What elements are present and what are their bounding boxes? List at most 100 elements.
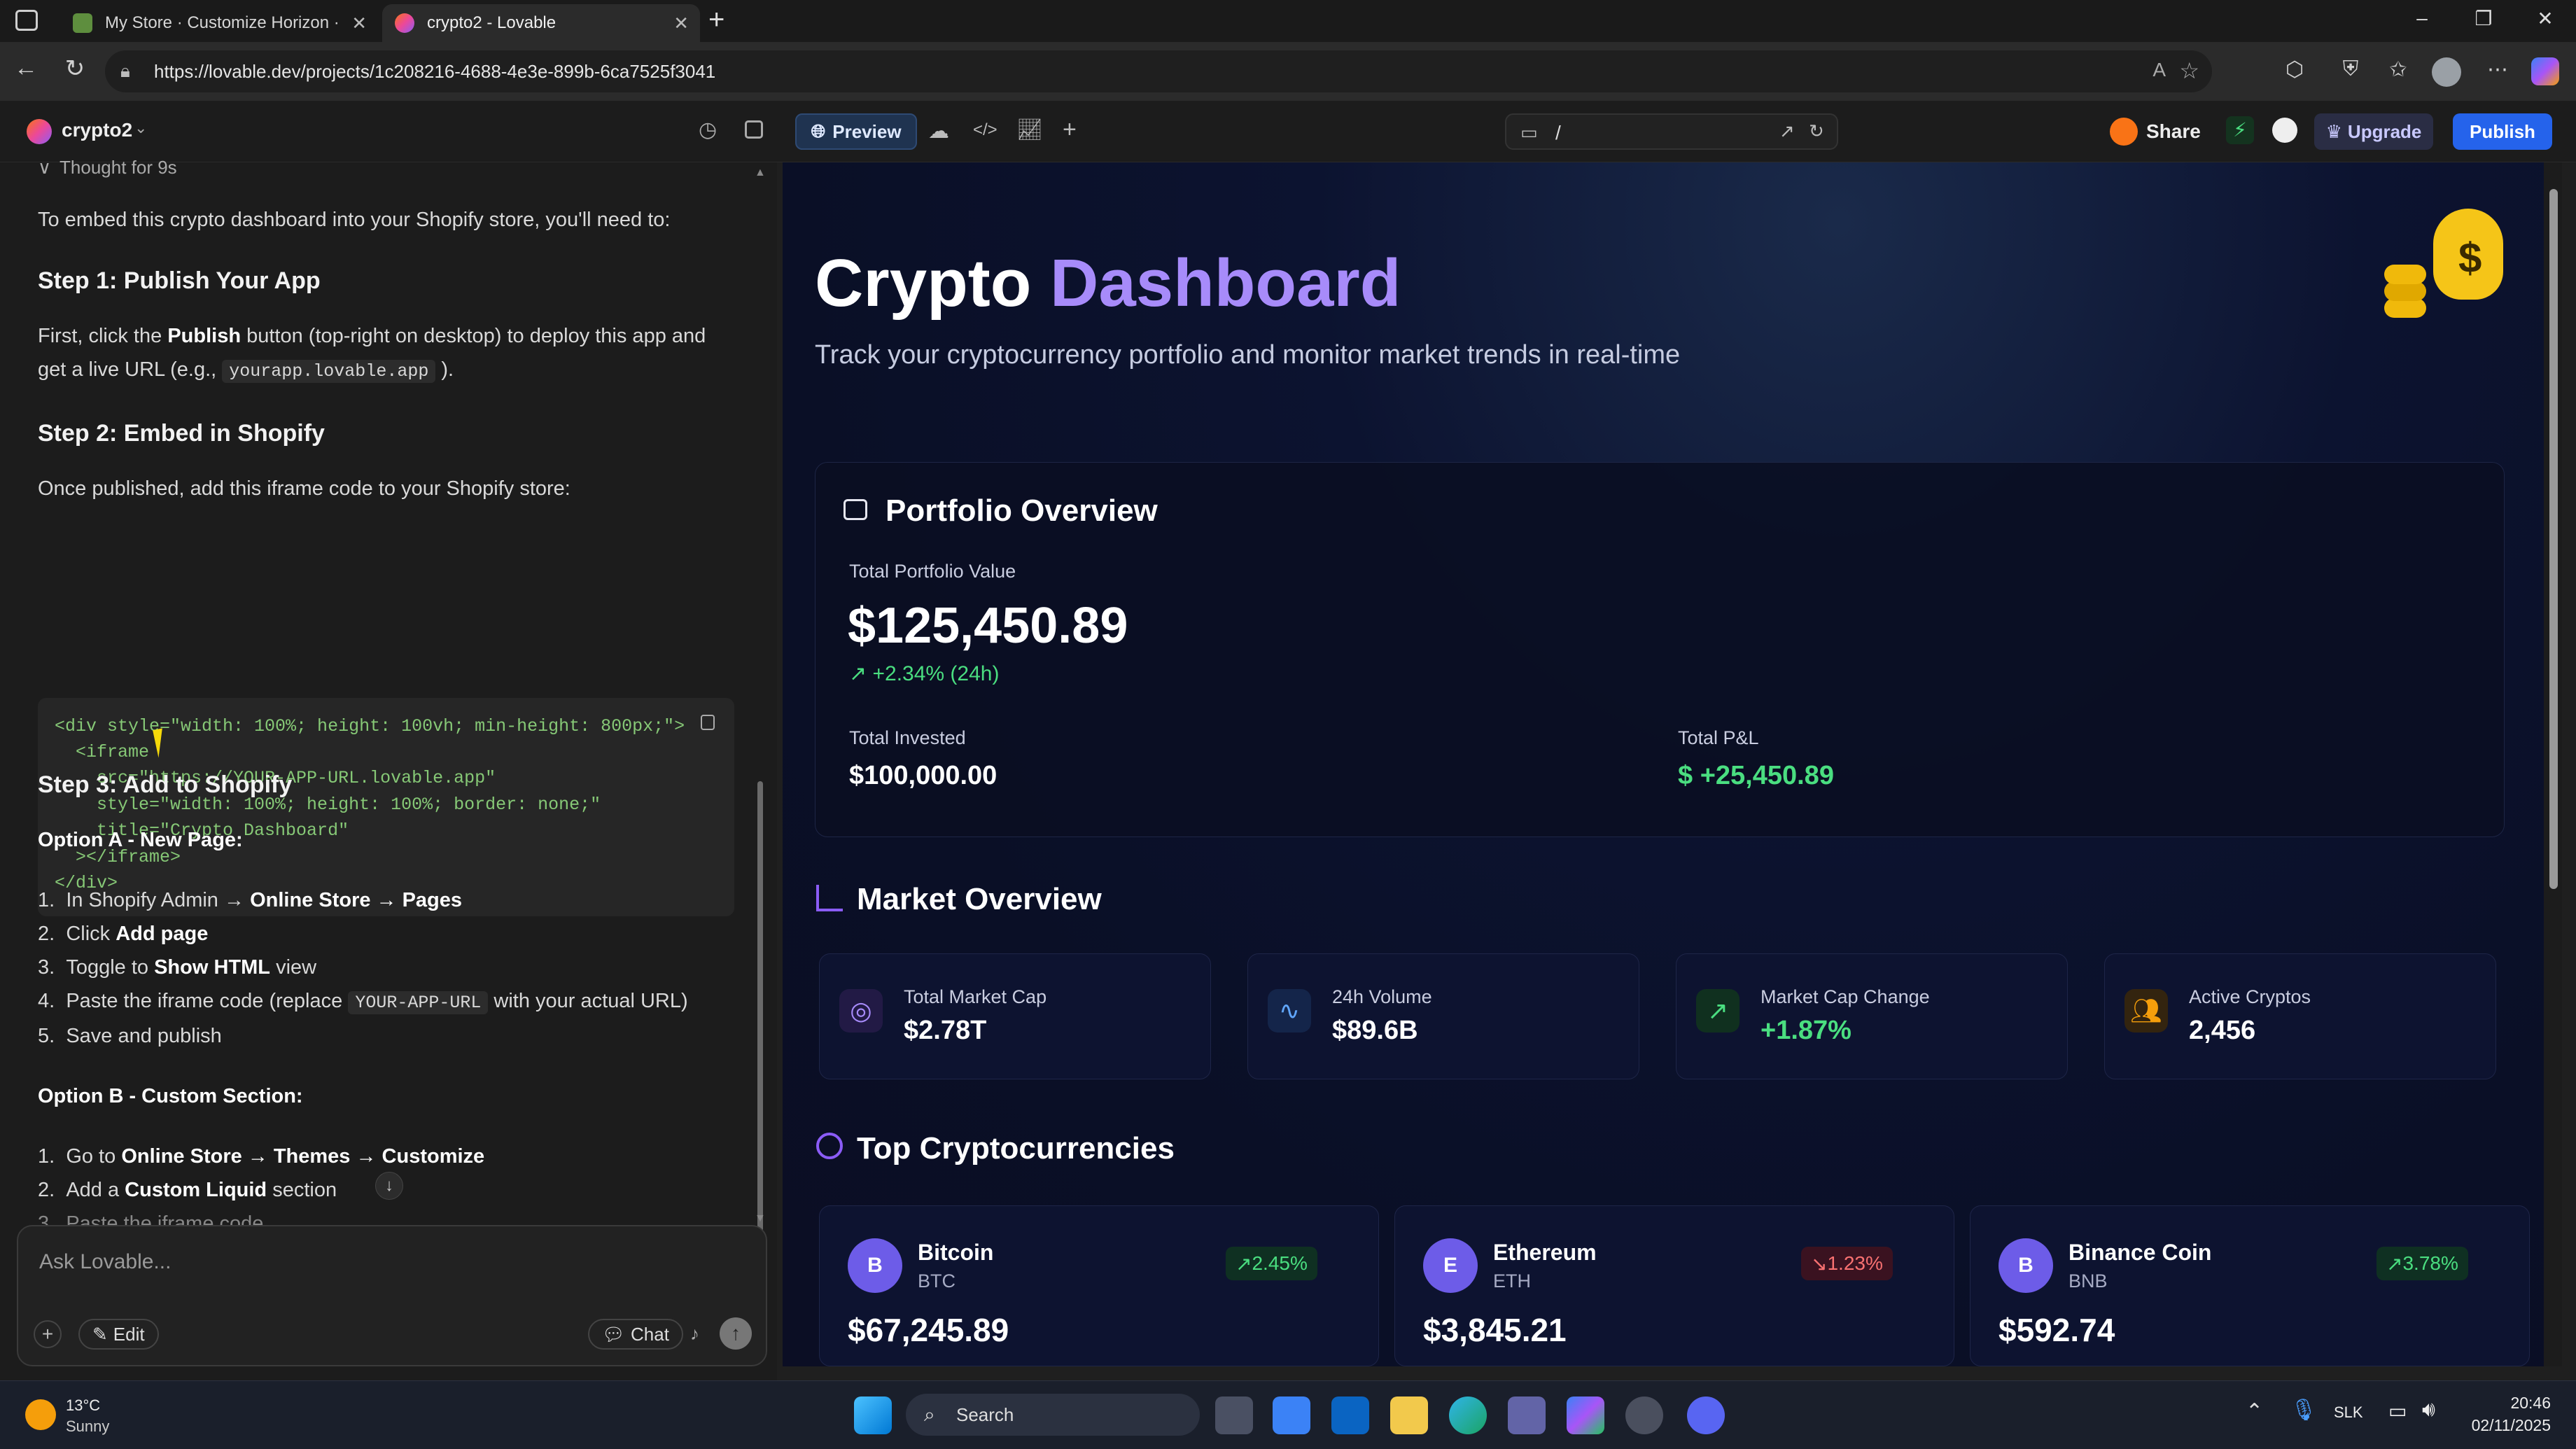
tray-chevron-icon[interactable]: ⌃ xyxy=(2246,1399,2263,1424)
copy-icon[interactable] xyxy=(701,715,715,730)
github-icon[interactable] xyxy=(2272,118,2297,143)
thought-toggle[interactable]: ∨ Thought for 9s xyxy=(38,157,177,178)
step1-text-2: get a live URL (e.g., yourapp.lovable.ap… xyxy=(38,358,454,383)
refresh-icon[interactable]: ↻ xyxy=(1809,120,1824,142)
money-bag-icon: $ xyxy=(2384,202,2510,328)
cloud-icon[interactable]: ☁︎ xyxy=(928,119,949,144)
input-language[interactable]: SLK xyxy=(2334,1404,2363,1422)
file-explorer-icon[interactable] xyxy=(1390,1396,1428,1434)
coin-symbol: ETH xyxy=(1493,1270,1531,1292)
minimize-icon[interactable]: – xyxy=(2401,7,2443,29)
clock-time[interactable]: 20:46 xyxy=(2484,1394,2551,1413)
pnl-label: Total P&L xyxy=(1678,727,1759,748)
send-button[interactable]: ↑ xyxy=(720,1317,752,1350)
list-item: 3. Paste the iframe code xyxy=(38,1212,264,1225)
edge-icon[interactable] xyxy=(1449,1396,1487,1434)
taskbar: 13°C Sunny ⌕ Search ⌃ 🎙︎ SLK ▭ 🔊︎ 20:46 0… xyxy=(0,1380,2576,1449)
close-window-icon[interactable]: ✕ xyxy=(2524,7,2566,30)
coin-card-bnb[interactable]: B Binance Coin BNB ↗︎ 3.78% $592.74 xyxy=(1970,1205,2530,1366)
user-avatar[interactable] xyxy=(2110,118,2138,146)
chat-input-box[interactable]: Ask Lovable... + ✎ Edit 💬︎ Chat ♪ ↑ xyxy=(17,1225,767,1366)
share-button[interactable]: Share xyxy=(2146,120,2201,143)
pnl-value: $ +25,450.89 xyxy=(1678,761,1834,790)
clock-date[interactable]: 02/11/2025 xyxy=(2456,1416,2551,1435)
list-item: 1. Go to Online Store → Themes → Customi… xyxy=(38,1145,485,1168)
add-view-icon[interactable]: + xyxy=(1063,116,1077,144)
edit-button[interactable]: ✎ Edit xyxy=(78,1319,159,1350)
chevron-down-icon[interactable]: ⌄ xyxy=(134,119,147,137)
sun-icon xyxy=(25,1399,56,1430)
favorites-icon[interactable]: ✩ xyxy=(2384,57,2412,85)
step1-text: First, click the Publish button (top-rig… xyxy=(38,325,706,347)
coin-card-bitcoin[interactable]: B Bitcoin BTC ↗︎ 2.45% $67,245.89 xyxy=(819,1205,1379,1366)
close-tab-icon[interactable]: ✕ xyxy=(673,13,689,34)
preview-scrollbar[interactable] xyxy=(2544,162,2562,1366)
coin-change-badge: ↘︎ 1.23% xyxy=(1801,1247,1893,1280)
back-icon[interactable]: ← xyxy=(8,55,43,82)
more-menu-icon[interactable]: ⋯ xyxy=(2484,57,2512,85)
outlook-icon[interactable] xyxy=(1331,1396,1369,1434)
lovable-icon xyxy=(395,13,414,33)
discord-icon[interactable] xyxy=(1687,1396,1725,1434)
chat-scrollbar[interactable] xyxy=(757,781,763,1257)
new-tab-button[interactable]: + xyxy=(708,4,724,36)
favorite-star-icon[interactable]: ☆ xyxy=(2179,57,2199,84)
weather-desc[interactable]: Sunny xyxy=(66,1418,109,1436)
copilot-icon[interactable] xyxy=(2531,57,2559,85)
open-external-icon[interactable]: ↗ xyxy=(1779,120,1795,142)
scroll-down-button[interactable]: ↓ xyxy=(375,1172,403,1200)
reload-icon[interactable]: ↻ xyxy=(57,55,92,83)
coin-avatar: E xyxy=(1423,1238,1478,1293)
read-aloud-icon[interactable]: A xyxy=(2152,59,2166,81)
scroll-up-arrow[interactable]: ▲ xyxy=(755,167,766,179)
store-icon[interactable] xyxy=(1273,1396,1310,1434)
publish-button[interactable]: Publish xyxy=(2453,113,2552,150)
step2-heading: Step 2: Embed in Shopify xyxy=(38,420,325,447)
history-icon[interactable]: ◷ xyxy=(699,118,717,142)
sidebar-toggle-icon[interactable] xyxy=(745,120,763,139)
tab-shopify[interactable]: My Store · Customize Horizon · Sh ✕ xyxy=(60,4,378,42)
route-bar[interactable]: ▭ / ↗ ↻ xyxy=(1505,113,1838,150)
stat-card-cap-change: ↗ Market Cap Change +1.87% xyxy=(1676,953,2068,1079)
attach-button[interactable]: + xyxy=(34,1320,62,1348)
tab-lovable[interactable]: crypto2 - Lovable ✕ xyxy=(382,4,700,42)
restore-icon[interactable]: ❐ xyxy=(2463,7,2505,30)
chat-intro: To embed this crypto dashboard into your… xyxy=(38,209,671,231)
code-icon[interactable]: </> xyxy=(973,120,997,140)
coin-card-ethereum[interactable]: E Ethereum ETH ↘︎ 1.23% $3,845.21 xyxy=(1394,1205,1954,1366)
extensions-icon[interactable]: ⬡ xyxy=(2281,57,2309,85)
weather-temp[interactable]: 13°C xyxy=(66,1396,100,1415)
taskbar-search[interactable]: ⌕ Search xyxy=(906,1394,1200,1436)
m365-copilot-icon[interactable] xyxy=(1567,1396,1604,1434)
teams-icon[interactable] xyxy=(1508,1396,1546,1434)
network-icon[interactable]: ▭ xyxy=(2388,1399,2407,1422)
list-item: 5. Save and publish xyxy=(38,1025,222,1047)
tab-actions-icon[interactable] xyxy=(15,10,38,31)
browser-essentials-icon[interactable]: ⛨ xyxy=(2337,57,2365,85)
profile-avatar[interactable] xyxy=(2432,57,2461,87)
trending-up-icon: ↗︎ xyxy=(2386,1252,2403,1275)
task-view-icon[interactable] xyxy=(1215,1396,1253,1434)
volume-icon[interactable]: 🔊︎ xyxy=(2422,1398,2435,1422)
address-bar[interactable]: 🔒︎ https://lovable.dev/projects/1c208216… xyxy=(105,50,2212,92)
close-tab-icon[interactable]: ✕ xyxy=(351,13,367,34)
stat-card-volume: ∿ 24h Volume $89.6B xyxy=(1247,953,1639,1079)
start-icon[interactable] xyxy=(854,1396,892,1434)
chat-input[interactable]: Ask Lovable... xyxy=(39,1250,171,1274)
project-name[interactable]: crypto2 xyxy=(62,119,132,141)
chat-mode-button[interactable]: 💬︎ Chat xyxy=(588,1319,683,1350)
mic-icon[interactable]: 🎙︎ xyxy=(2290,1398,2317,1422)
device-icon[interactable]: ▭ xyxy=(1520,122,1538,144)
code-block: <div style="width: 100%; height: 100vh; … xyxy=(38,698,734,916)
chrome-icon[interactable] xyxy=(1625,1396,1663,1434)
analytics-icon[interactable]: 📈︎ xyxy=(1016,118,1043,142)
voice-icon[interactable]: ♪ xyxy=(690,1323,699,1345)
upgrade-button[interactable]: ♛ Upgrade xyxy=(2314,113,2433,150)
lock-icon: 🔒︎ xyxy=(120,60,130,81)
route-path[interactable]: / xyxy=(1555,122,1561,144)
preview-tab[interactable]: 🌐︎ Preview xyxy=(795,113,917,150)
scrollbar-thumb[interactable] xyxy=(2549,189,2558,889)
coin-name: Ethereum xyxy=(1493,1240,1597,1265)
scroll-down-arrow[interactable]: ▼ xyxy=(755,1212,766,1225)
lightning-icon[interactable]: ⚡︎ xyxy=(2226,116,2254,144)
